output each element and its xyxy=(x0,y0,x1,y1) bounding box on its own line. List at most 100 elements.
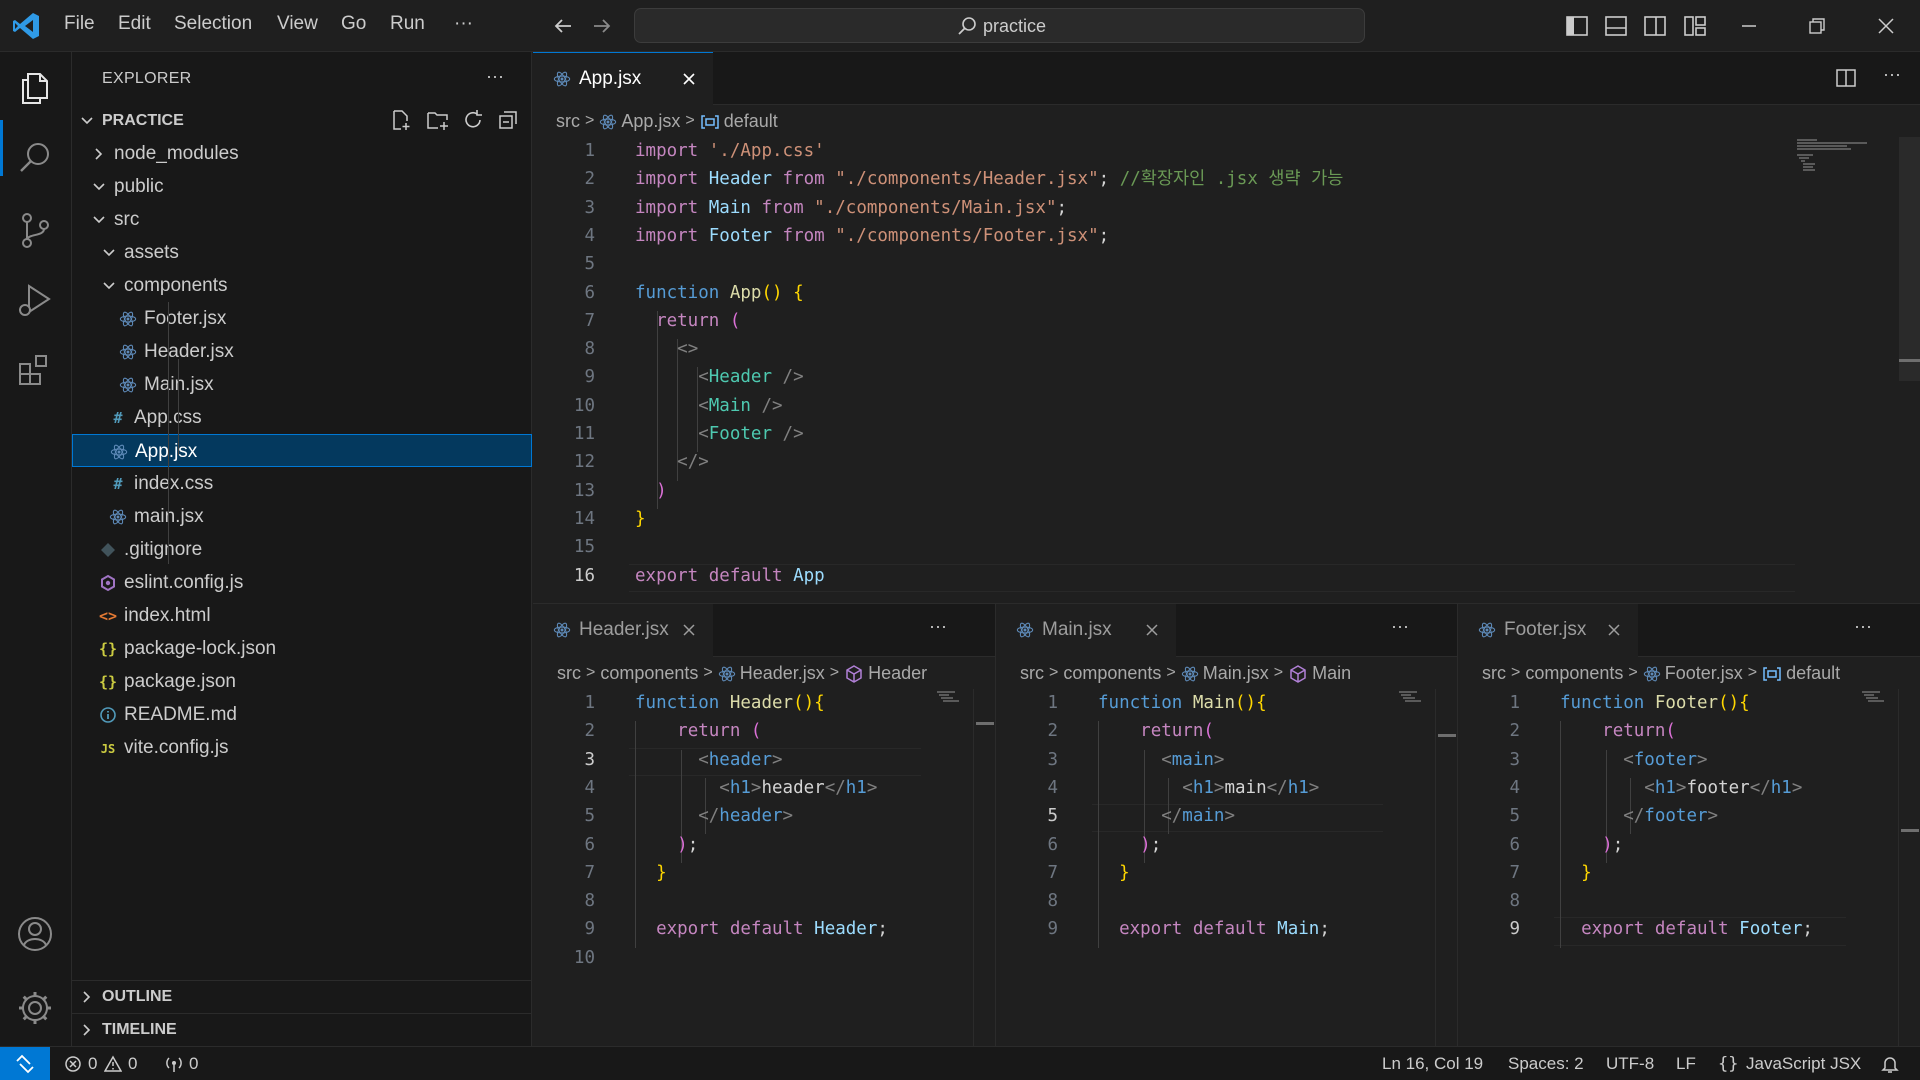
code-line[interactable]: <Main /> xyxy=(635,392,782,420)
language-mode[interactable]: JavaScript JSX xyxy=(1746,1054,1861,1074)
explorer-more-button[interactable]: ··· xyxy=(486,66,504,87)
tree-item[interactable]: Footer.jsx xyxy=(72,302,532,335)
vertical-scrollbar[interactable] xyxy=(1435,689,1457,1046)
tree-item[interactable]: assets xyxy=(72,236,532,269)
code-line[interactable]: } xyxy=(1098,859,1130,887)
code-line[interactable]: <Footer /> xyxy=(635,420,803,448)
source-control-icon[interactable] xyxy=(15,210,55,250)
breadcrumb-file[interactable]: Header.jsx xyxy=(740,663,825,684)
menu-edit[interactable]: Edit xyxy=(118,13,151,35)
minimap[interactable] xyxy=(1858,689,1894,1046)
tree-item[interactable]: {} package.json xyxy=(72,665,532,698)
menu-run[interactable]: Run xyxy=(390,13,425,35)
menu-more[interactable]: ··· xyxy=(454,13,473,35)
tree-item[interactable]: src xyxy=(72,203,532,236)
end-of-line[interactable]: LF xyxy=(1676,1054,1696,1074)
breadcrumb-file[interactable]: App.jsx xyxy=(621,111,680,132)
code-line[interactable]: } xyxy=(635,859,667,887)
code-line[interactable]: <h1>main</h1> xyxy=(1098,774,1319,802)
editor-more-button[interactable]: ··· xyxy=(929,616,947,637)
vertical-scrollbar[interactable] xyxy=(973,689,995,1046)
code-line[interactable]: export default Main; xyxy=(1098,915,1330,943)
menu-go[interactable]: Go xyxy=(341,13,366,35)
code-line[interactable]: <> xyxy=(635,335,698,363)
code-editor[interactable]: 1 2 3 4 5 6 7 8 9 10 function Header(){ return ( <… xyxy=(533,689,995,1046)
restore-icon[interactable] xyxy=(1803,12,1831,40)
tree-item[interactable]: Main.jsx xyxy=(72,368,532,401)
collapse-all-icon[interactable] xyxy=(498,110,518,130)
code-line[interactable]: <header> xyxy=(635,746,782,774)
ports-icon[interactable] xyxy=(164,1055,184,1073)
editor-tab[interactable]: Header.jsx xyxy=(533,604,713,657)
menu-view[interactable]: View xyxy=(277,13,318,35)
code-line[interactable]: function Header(){ xyxy=(635,689,825,717)
breadcrumb-folder[interactable]: components xyxy=(1063,663,1161,684)
code-line[interactable]: ); xyxy=(1098,831,1161,859)
breadcrumb-src[interactable]: src xyxy=(556,111,580,132)
code-line[interactable]: export default App xyxy=(635,562,825,590)
code-line[interactable]: export default Footer; xyxy=(1560,915,1813,943)
code-line[interactable]: </> xyxy=(635,448,709,476)
project-root[interactable]: PRACTICE xyxy=(72,104,532,137)
breadcrumb-file[interactable]: Main.jsx xyxy=(1203,663,1269,684)
menu-selection[interactable]: Selection xyxy=(174,13,252,35)
code-line[interactable]: function Footer(){ xyxy=(1560,689,1750,717)
vertical-scrollbar[interactable] xyxy=(1898,689,1920,1046)
close-tab-icon[interactable] xyxy=(1606,622,1622,638)
close-tab-icon[interactable] xyxy=(1144,622,1160,638)
tree-item[interactable]: App.jsx xyxy=(72,434,532,467)
remote-indicator[interactable] xyxy=(0,1047,50,1080)
split-editor-icon[interactable] xyxy=(1835,67,1857,89)
encoding[interactable]: UTF-8 xyxy=(1606,1054,1654,1074)
pane-divider[interactable] xyxy=(1457,604,1458,1046)
code-line[interactable]: </footer> xyxy=(1560,802,1718,830)
code-line[interactable]: import './App.css' xyxy=(635,137,825,165)
breadcrumb-src[interactable]: src xyxy=(1020,663,1044,684)
code-line[interactable]: ); xyxy=(635,831,698,859)
error-count[interactable]: 0 xyxy=(88,1054,97,1074)
warning-count[interactable]: 0 xyxy=(128,1054,137,1074)
search-activity-icon[interactable] xyxy=(15,138,55,178)
breadcrumb-file[interactable]: Footer.jsx xyxy=(1665,663,1743,684)
vertical-scrollbar[interactable] xyxy=(1899,137,1920,381)
tab-app-jsx[interactable]: App.jsx xyxy=(533,52,713,105)
code-line[interactable]: return( xyxy=(1098,717,1214,745)
code-editor-app-jsx[interactable]: 1 2 3 4 5 6 7 8 9 10 11 12 13 14 15 16 import './App.css… xyxy=(533,137,1920,603)
minimap[interactable] xyxy=(1395,689,1431,1046)
notifications-bell-icon[interactable] xyxy=(1880,1054,1900,1074)
new-folder-icon[interactable] xyxy=(426,109,450,131)
warning-icon[interactable] xyxy=(104,1055,122,1073)
breadcrumb-src[interactable]: src xyxy=(557,663,581,684)
code-line[interactable]: import Footer from "./components/Footer.… xyxy=(635,222,1109,250)
cursor-position[interactable]: Ln 16, Col 19 xyxy=(1382,1054,1483,1074)
code-line[interactable]: } xyxy=(1560,859,1592,887)
breadcrumb-folder[interactable]: components xyxy=(1525,663,1623,684)
tree-item[interactable]: eslint.config.js xyxy=(72,566,532,599)
code-line[interactable]: <h1>footer</h1> xyxy=(1560,774,1802,802)
code-line[interactable]: <main> xyxy=(1098,746,1224,774)
minimize-icon[interactable] xyxy=(1735,12,1763,40)
tree-item[interactable]: JS vite.config.js xyxy=(72,731,532,764)
pane-divider[interactable] xyxy=(995,604,996,1046)
toggle-panel-icon[interactable] xyxy=(1603,13,1629,39)
code-line[interactable]: function App() { xyxy=(635,279,804,307)
code-line[interactable]: ); xyxy=(1560,831,1623,859)
extensions-icon[interactable] xyxy=(15,350,55,390)
breadcrumb-symbol[interactable]: default xyxy=(1786,663,1840,684)
code-line[interactable]: function Main(){ xyxy=(1098,689,1267,717)
tree-item[interactable]: node_modules xyxy=(72,137,532,170)
vscode-logo-icon[interactable] xyxy=(10,10,42,42)
editor-more-button[interactable]: ··· xyxy=(1391,616,1409,637)
tree-item[interactable]: Header.jsx xyxy=(72,335,532,368)
tree-item[interactable]: main.jsx xyxy=(72,500,532,533)
editor-tab[interactable]: Footer.jsx xyxy=(1458,604,1638,657)
timeline-section[interactable]: TIMELINE xyxy=(72,1013,532,1046)
accounts-icon[interactable] xyxy=(15,914,55,954)
code-line[interactable]: return ( xyxy=(635,307,740,335)
code-line[interactable]: </main> xyxy=(1098,802,1235,830)
customize-layout-icon[interactable] xyxy=(1682,13,1708,39)
new-file-icon[interactable] xyxy=(390,109,412,131)
tree-item[interactable]: <> index.html xyxy=(72,599,532,632)
code-line[interactable]: <footer> xyxy=(1560,746,1707,774)
breadcrumb-symbol[interactable]: Header xyxy=(868,663,927,684)
